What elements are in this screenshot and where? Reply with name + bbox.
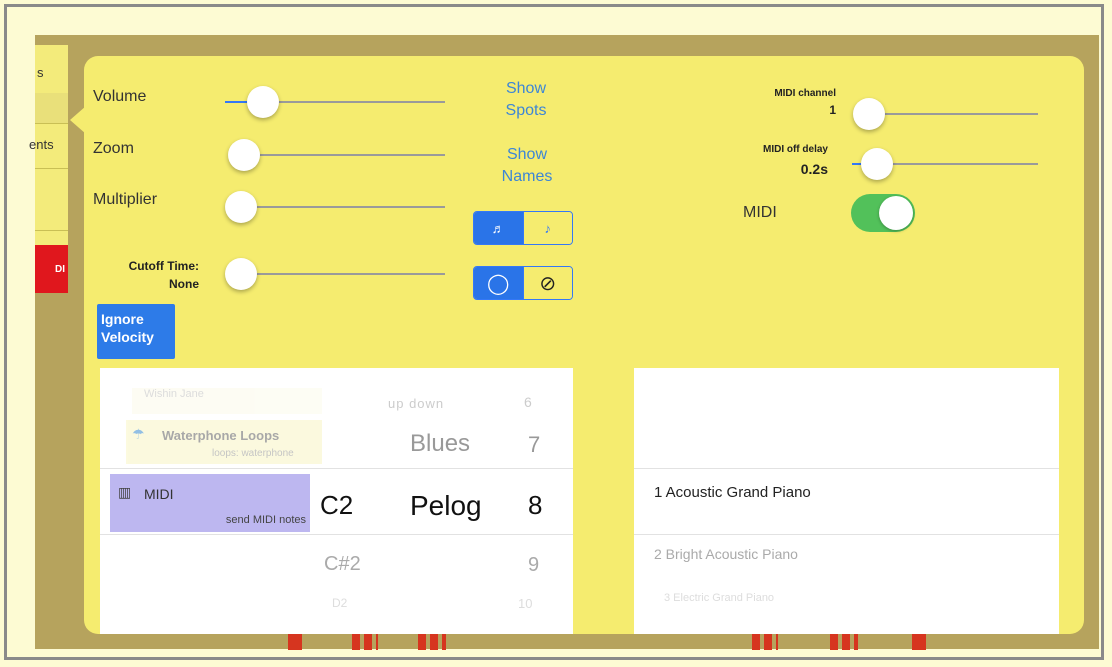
- picker-number[interactable]: 6: [524, 394, 532, 410]
- picker-instrument-row[interactable]: ☂ Waterphone Loops loops: waterphone: [126, 420, 322, 464]
- sidebar-tab-midi[interactable]: DI: [35, 245, 68, 293]
- midi-toggle[interactable]: [851, 194, 915, 232]
- zoom-label: Zoom: [93, 140, 134, 157]
- program-item[interactable]: 2 Bright Acoustic Piano: [654, 546, 798, 562]
- picker-scale-selected[interactable]: Pelog: [410, 490, 482, 522]
- volume-label: Volume: [93, 88, 147, 105]
- picker-scale[interactable]: Blues: [410, 430, 470, 458]
- divider: [35, 230, 68, 231]
- show-names-button[interactable]: Show Names: [482, 144, 572, 188]
- picker-note[interactable]: D2: [332, 596, 347, 610]
- program-item[interactable]: 3 Electric Grand Piano: [664, 592, 774, 604]
- midi-toggle-label: MIDI: [743, 204, 777, 221]
- divider: [35, 123, 68, 124]
- midi-channel-label: MIDI channel 1: [774, 88, 836, 117]
- multiplier-label: Multiplier: [93, 191, 158, 208]
- multiplier-slider-thumb[interactable]: [225, 191, 257, 223]
- roll-bar: [288, 632, 302, 650]
- circle-icon[interactable]: ◯: [474, 267, 523, 299]
- ignore-velocity-button[interactable]: Ignore Velocity: [97, 304, 175, 359]
- midi-off-delay-slider-thumb[interactable]: [861, 148, 893, 180]
- picker-note[interactable]: C#2: [324, 553, 361, 576]
- picker-number[interactable]: 10: [518, 596, 532, 611]
- multi-note-icon[interactable]: ♬: [474, 212, 523, 244]
- picker-note-selected[interactable]: C2: [320, 490, 353, 521]
- zoom-slider-track[interactable]: [228, 154, 445, 156]
- show-spots-button[interactable]: Show Spots: [486, 78, 566, 122]
- roll-bar: [752, 632, 778, 650]
- picker-selection-line: [100, 534, 573, 535]
- picker-scale[interactable]: up down: [388, 396, 444, 411]
- midi-off-delay-label: MIDI off delay 0.2s: [762, 144, 828, 177]
- cutoff-label: Cutoff Time: None: [128, 259, 199, 291]
- cutoff-slider-thumb[interactable]: [225, 258, 257, 290]
- roll-bar: [418, 632, 446, 650]
- circle-mode-segmented-control[interactable]: ◯ ⊘: [473, 266, 573, 300]
- picker-instrument-selected[interactable]: ▥ MIDI send MIDI notes: [110, 474, 310, 532]
- picker-selection-line: [100, 468, 573, 469]
- midi-channel-slider-track[interactable]: [866, 113, 1038, 115]
- piano-keys-icon: ▥: [118, 484, 132, 500]
- program-item-selected[interactable]: 1 Acoustic Grand Piano: [654, 484, 811, 501]
- picker-number[interactable]: 9: [528, 554, 539, 577]
- instrument-picker[interactable]: Wishin Jane ☂ Waterphone Loops loops: wa…: [100, 368, 573, 634]
- zoom-slider-thumb[interactable]: [228, 139, 260, 171]
- toggle-knob[interactable]: [879, 196, 913, 230]
- single-note-icon[interactable]: ♪: [522, 212, 572, 244]
- midi-program-picker[interactable]: 1 Acoustic Grand Piano 2 Bright Acoustic…: [634, 368, 1059, 634]
- roll-bar: [912, 632, 926, 650]
- roll-bar: [352, 632, 378, 650]
- roll-bar: [830, 632, 858, 650]
- sidebar-tab-instruments[interactable]: ents: [29, 137, 62, 152]
- note-mode-segmented-control[interactable]: ♬ ♪: [473, 211, 573, 245]
- sidebar-item-selected[interactable]: [35, 93, 68, 123]
- sidebar-tab[interactable]: s: [37, 65, 70, 80]
- volume-slider-thumb[interactable]: [247, 86, 279, 118]
- waterphone-icon: ☂: [132, 426, 145, 442]
- picker-instrument-row[interactable]: Wishin Jane: [132, 388, 322, 414]
- picker-selection-line: [634, 468, 1059, 469]
- picker-selection-line: [634, 534, 1059, 535]
- multiplier-slider-track[interactable]: [225, 206, 445, 208]
- picker-number-selected[interactable]: 8: [528, 490, 542, 521]
- prohibited-icon[interactable]: ⊘: [522, 267, 572, 299]
- midi-channel-slider-thumb[interactable]: [853, 98, 885, 130]
- cutoff-slider-track[interactable]: [226, 273, 445, 275]
- picker-number[interactable]: 7: [528, 432, 540, 458]
- divider: [35, 168, 68, 169]
